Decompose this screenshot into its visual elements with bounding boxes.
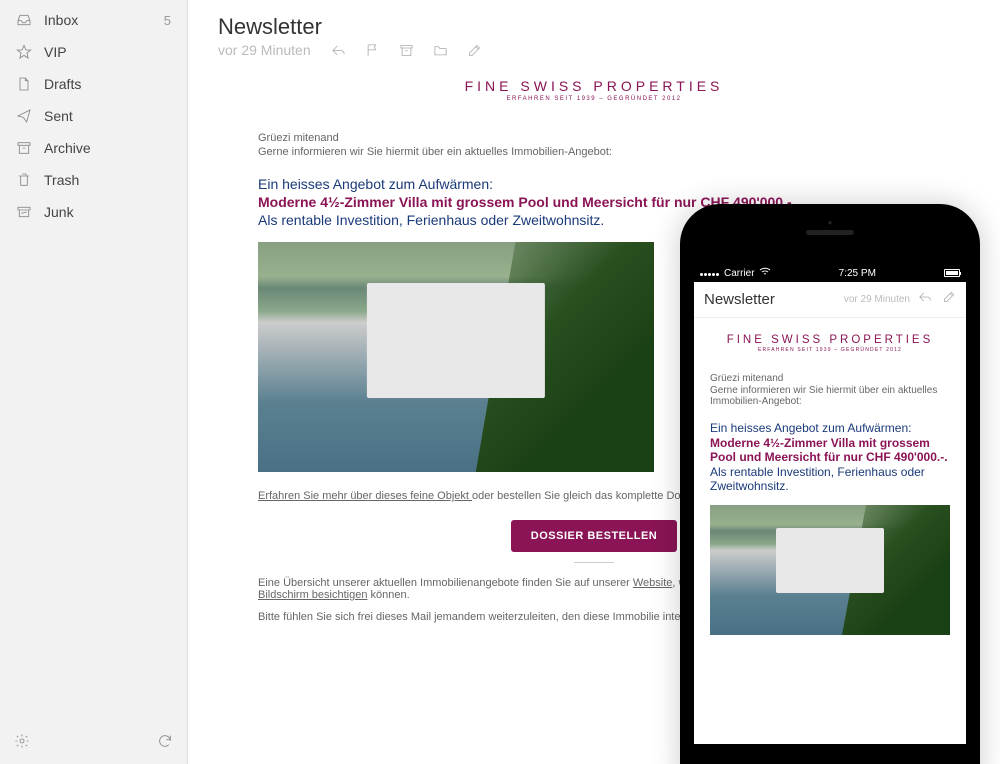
phone-message-title: Newsletter [704,291,844,308]
sidebar-item-trash[interactable]: Trash [0,164,187,196]
sidebar-item-sent[interactable]: Sent [0,100,187,132]
brand-logo: FINE SWISS PROPERTIES ERFAHREN SEIT 1939… [258,78,930,102]
sidebar-item-label: Drafts [44,76,171,92]
greeting-text: Grüezi mitenand [710,373,950,384]
trash-icon [16,172,32,188]
email-heading: Ein heisses Angebot zum Aufwärmen: [710,421,950,435]
email-heading: Ein heisses Angebot zum Aufwärmen: [258,176,930,192]
star-icon [16,44,32,60]
archive-icon [16,140,32,156]
carrier-text: Carrier [724,268,755,279]
move-button[interactable] [433,42,449,58]
sidebar-item-label: VIP [44,44,171,60]
document-icon [16,76,32,92]
junk-icon [16,204,32,220]
inbox-icon [16,12,32,28]
flag-button[interactable] [365,42,381,58]
status-time: 7:25 PM [839,268,876,279]
signal-icon [700,268,720,279]
message-header: Newsletter vor 29 Minuten [218,14,970,58]
sidebar-item-inbox[interactable]: Inbox 5 [0,4,187,36]
email-heading-highlight: Moderne 4½-Zimmer Villa mit grossem Pool… [710,436,950,464]
dossier-button[interactable]: DOSSIER BESTELLEN [511,520,677,552]
sidebar-item-label: Sent [44,108,171,124]
property-image[interactable] [710,505,950,635]
mailbox-sidebar: Inbox 5 VIP Drafts Sent Archive Trash [0,0,188,764]
property-image[interactable] [258,242,654,472]
phone-email-body: FINE SWISS PROPERTIES ERFAHREN SEIT 1939… [694,318,966,635]
phone-preview: Carrier 7:25 PM Newsletter vor 29 Minute… [680,204,980,764]
inbox-count: 5 [164,13,171,28]
message-title: Newsletter [218,14,970,40]
sidebar-item-archive[interactable]: Archive [0,132,187,164]
sidebar-item-label: Inbox [44,12,164,28]
email-subheading: Als rentable Investition, Ferienhaus ode… [710,465,950,493]
learn-more-link[interactable]: Erfahren Sie mehr über dieses feine Obje… [258,490,472,502]
intro-text: Gerne informieren wir Sie hiermit über e… [710,385,950,407]
divider [574,562,614,563]
reply-button[interactable] [918,290,932,309]
sidebar-item-label: Archive [44,140,171,156]
phone-message-time: vor 29 Minuten [844,294,910,305]
intro-text: Gerne informieren wir Sie hiermit über e… [258,146,930,158]
settings-button[interactable] [14,733,30,754]
message-time: vor 29 Minuten [218,42,311,58]
sidebar-item-label: Trash [44,172,171,188]
compose-button[interactable] [942,290,956,309]
website-link[interactable]: Website [633,577,673,589]
sidebar-item-vip[interactable]: VIP [0,36,187,68]
sidebar-item-label: Junk [44,204,171,220]
wifi-icon [759,267,771,279]
brand-logo: FINE SWISS PROPERTIES ERFAHREN SEIT 1939… [710,334,950,353]
refresh-button[interactable] [157,733,173,754]
greeting-text: Grüezi mitenand [258,132,930,144]
archive-button[interactable] [399,42,415,58]
status-bar: Carrier 7:25 PM [694,264,966,282]
reply-button[interactable] [331,42,347,58]
phone-message-header: Newsletter vor 29 Minuten [694,282,966,318]
battery-icon [944,269,960,277]
send-icon [16,108,32,124]
compose-button[interactable] [467,42,483,58]
sidebar-item-junk[interactable]: Junk [0,196,187,228]
sidebar-item-drafts[interactable]: Drafts [0,68,187,100]
